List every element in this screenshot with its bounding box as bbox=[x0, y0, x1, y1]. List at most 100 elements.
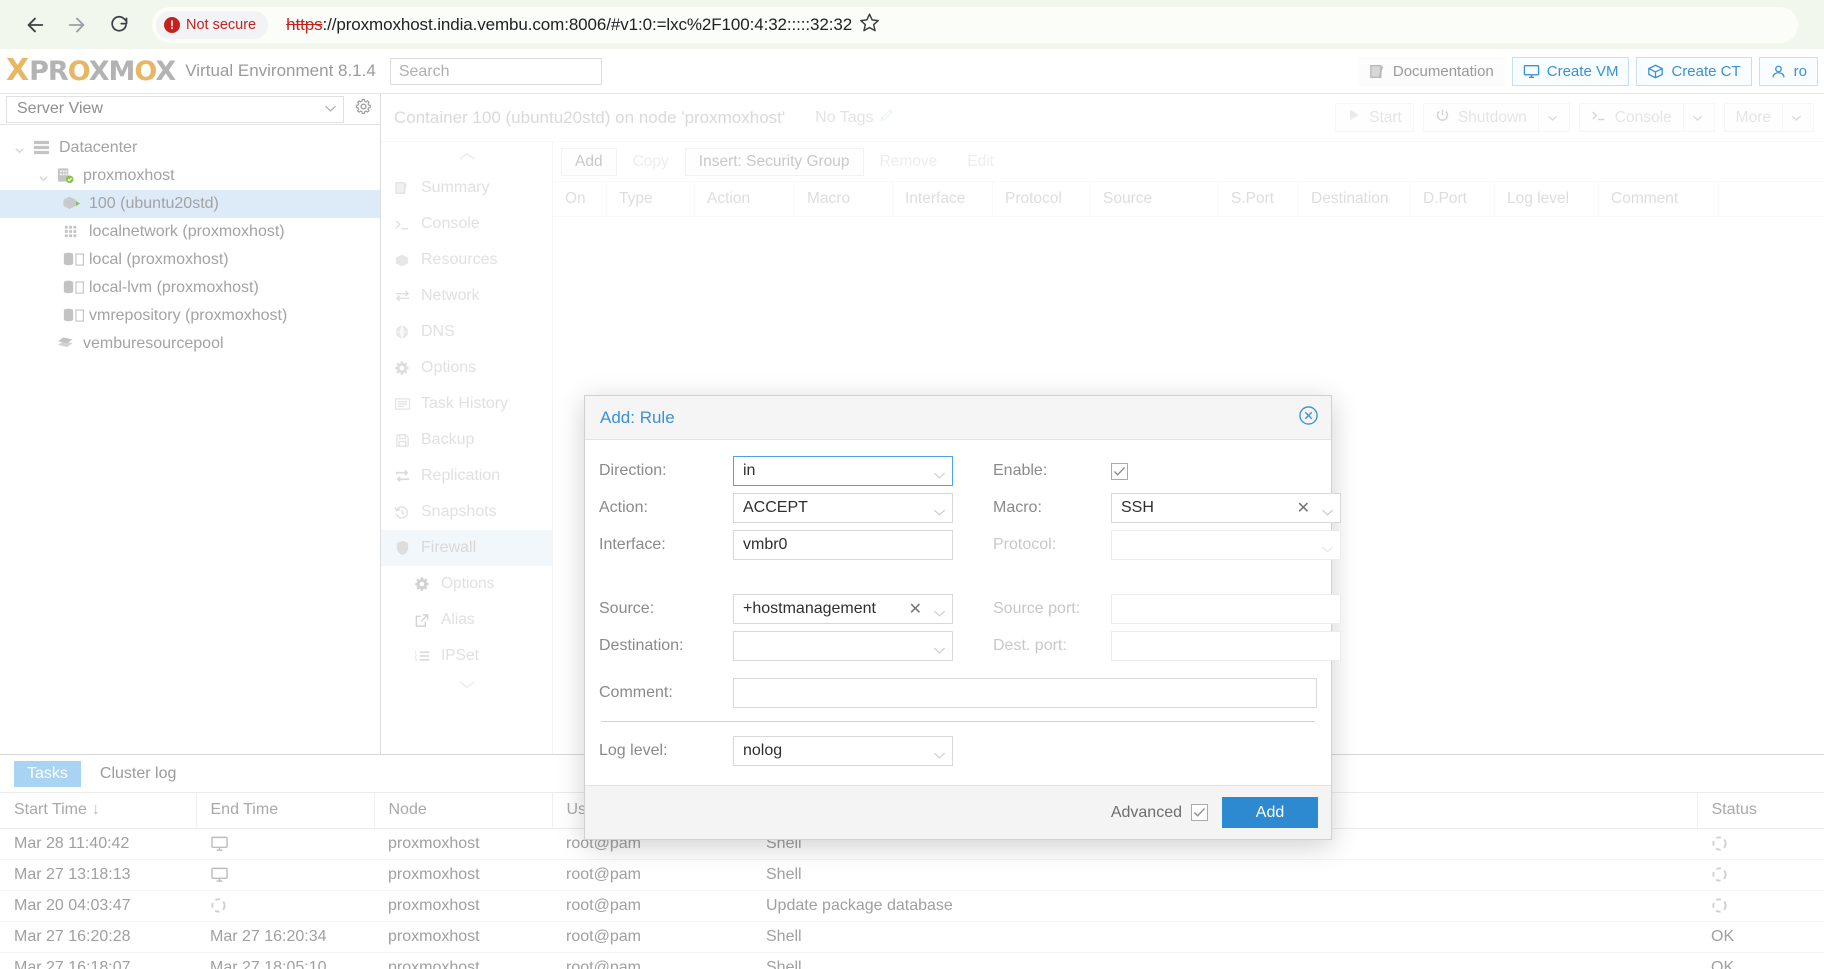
source-port-input[interactable] bbox=[1111, 594, 1341, 624]
tree-item-local-storage[interactable]: local (proxmoxhost) bbox=[0, 246, 380, 274]
field-row-source: Source: +hostmanagement ✕ Source port: bbox=[599, 594, 1341, 624]
table-row[interactable]: Mar 27 16:18:07 Mar 27 18:05:10 proxmoxh… bbox=[0, 952, 1824, 969]
enable-checkbox[interactable] bbox=[1111, 462, 1128, 480]
interface-label: Interface: bbox=[599, 536, 666, 553]
tree-item-vmrepository-storage[interactable]: vmrepository (proxmoxhost) bbox=[0, 302, 380, 330]
back-arrow-icon bbox=[24, 14, 46, 36]
create-vm-label: Create VM bbox=[1546, 62, 1619, 80]
destination-select[interactable] bbox=[733, 631, 953, 661]
field-row-comment: Comment: bbox=[599, 678, 1317, 708]
table-row[interactable]: Mar 27 13:18:13 proxmoxhost root@pam She… bbox=[0, 859, 1824, 891]
cell-end-time bbox=[196, 890, 374, 922]
datacenter-icon bbox=[32, 139, 52, 157]
address-bar[interactable]: ! Not secure https://proxmoxhost.india.v… bbox=[152, 6, 1798, 43]
tree-item-label: local (proxmoxhost) bbox=[89, 251, 229, 268]
dialog-add-button[interactable]: Add bbox=[1222, 797, 1318, 828]
chevron-down-icon[interactable] bbox=[14, 143, 25, 154]
url-scheme: https bbox=[286, 14, 323, 34]
tree-item-label: vmrepository (proxmoxhost) bbox=[89, 307, 288, 324]
source-select[interactable]: +hostmanagement ✕ bbox=[733, 594, 953, 624]
cell-node: proxmoxhost bbox=[374, 859, 552, 891]
advanced-checkbox[interactable] bbox=[1191, 804, 1208, 821]
not-secure-icon: ! bbox=[164, 16, 180, 33]
tree-item-vemburesourcepool[interactable]: vemburesourcepool bbox=[0, 330, 380, 358]
advanced-toggle[interactable]: Advanced bbox=[1111, 804, 1208, 822]
container-icon bbox=[1647, 64, 1664, 79]
column-header-end-time[interactable]: End Time bbox=[196, 793, 375, 829]
comment-input[interactable] bbox=[733, 678, 1317, 708]
protocol-select[interactable] bbox=[1111, 530, 1341, 560]
chevron-down-icon bbox=[324, 100, 337, 118]
back-button[interactable] bbox=[16, 6, 54, 44]
spinner-icon bbox=[1711, 866, 1824, 883]
macro-select[interactable]: SSH ✕ bbox=[1111, 493, 1341, 523]
documentation-label: Documentation bbox=[1392, 62, 1494, 80]
search-input[interactable]: Search bbox=[389, 57, 602, 85]
cell-end-time: Mar 27 18:05:10 bbox=[196, 952, 374, 969]
dest-port-input[interactable] bbox=[1111, 631, 1341, 661]
cell-user: root@pam bbox=[552, 859, 752, 891]
node-icon bbox=[56, 167, 76, 185]
proxmox-logo[interactable]: X PROXMOX bbox=[6, 55, 176, 87]
add-rule-dialog: Add: Rule Direction: in Enable: Action: … bbox=[584, 395, 1341, 840]
spinner-icon bbox=[1711, 897, 1824, 914]
clear-icon[interactable]: ✕ bbox=[902, 599, 929, 619]
table-row[interactable]: Mar 27 16:20:28 Mar 27 16:20:34 proxmoxh… bbox=[0, 921, 1824, 953]
cell-node: proxmoxhost bbox=[374, 828, 552, 860]
url-text[interactable]: https://proxmoxhost.india.vembu.com:8006… bbox=[286, 15, 852, 35]
view-selector[interactable]: Server View bbox=[6, 95, 344, 123]
header-actions: Documentation Create VM Create CT ro bbox=[1357, 49, 1824, 93]
chevron-down-icon bbox=[1321, 541, 1334, 553]
close-circle-icon[interactable] bbox=[1298, 405, 1319, 431]
field-row-action: Action: ACCEPT Macro: SSH ✕ bbox=[599, 493, 1341, 523]
tree-item-datacenter[interactable]: Datacenter bbox=[0, 134, 380, 162]
column-header-start-time[interactable]: Start Time ↓ bbox=[0, 793, 197, 829]
cell-user: root@pam bbox=[552, 890, 752, 922]
log-level-value: nolog bbox=[743, 742, 783, 759]
security-status-label: Not secure bbox=[186, 16, 257, 33]
proxmox-logo-wordmark: PROXMOX bbox=[29, 55, 176, 87]
cell-description: Shell bbox=[752, 859, 1697, 891]
bookmark-button[interactable] bbox=[852, 8, 886, 42]
security-status-chip[interactable]: ! Not secure bbox=[156, 10, 269, 39]
tree-item-label: vemburesourcepool bbox=[83, 335, 224, 352]
create-vm-button[interactable]: Create VM bbox=[1511, 56, 1630, 86]
cell-description: Shell bbox=[752, 921, 1697, 953]
view-selector-label: Server View bbox=[17, 100, 103, 117]
start-time-label: Start Time bbox=[14, 801, 87, 819]
container-icon bbox=[62, 195, 82, 213]
macro-value: SSH bbox=[1121, 499, 1154, 516]
cell-end-time bbox=[196, 828, 374, 860]
cell-start-time: Mar 27 13:18:13 bbox=[0, 859, 196, 891]
documentation-button[interactable]: Documentation bbox=[1357, 56, 1505, 86]
cell-status bbox=[1697, 859, 1824, 891]
storage-icon bbox=[62, 279, 84, 297]
chevron-down-icon bbox=[933, 642, 946, 654]
direction-select[interactable]: in bbox=[733, 456, 953, 486]
network-icon bbox=[62, 223, 82, 241]
column-header-node[interactable]: Node bbox=[374, 793, 553, 829]
column-header-status[interactable]: Status bbox=[1697, 793, 1824, 829]
gear-icon bbox=[355, 98, 372, 120]
tree-item-localnetwork[interactable]: localnetwork (proxmoxhost) bbox=[0, 218, 380, 246]
tree-item-container-100[interactable]: 100 (ubuntu20std) bbox=[0, 190, 380, 218]
reload-button[interactable] bbox=[100, 6, 138, 44]
table-row[interactable]: Mar 20 04:03:47 proxmoxhost root@pam Upd… bbox=[0, 890, 1824, 922]
cell-status: OK bbox=[1697, 921, 1824, 953]
tab-tasks[interactable]: Tasks bbox=[14, 760, 81, 787]
storage-icon bbox=[62, 307, 84, 325]
user-menu-button[interactable]: ro bbox=[1758, 56, 1818, 86]
create-ct-button[interactable]: Create CT bbox=[1636, 56, 1752, 86]
tree-item-proxmoxhost[interactable]: proxmoxhost bbox=[0, 162, 380, 190]
clear-icon[interactable]: ✕ bbox=[1290, 498, 1317, 518]
protocol-label: Protocol: bbox=[993, 536, 1057, 553]
forward-button[interactable] bbox=[58, 6, 96, 44]
tree-item-local-lvm-storage[interactable]: local-lvm (proxmoxhost) bbox=[0, 274, 380, 302]
action-select[interactable]: ACCEPT bbox=[733, 493, 953, 523]
tab-cluster-log[interactable]: Cluster log bbox=[87, 761, 189, 787]
tree-settings-button[interactable] bbox=[348, 98, 378, 120]
chevron-down-icon[interactable] bbox=[38, 171, 49, 182]
field-spacer bbox=[599, 567, 1317, 594]
log-level-select[interactable]: nolog bbox=[733, 736, 953, 766]
interface-input[interactable]: vmbr0 bbox=[733, 530, 953, 560]
